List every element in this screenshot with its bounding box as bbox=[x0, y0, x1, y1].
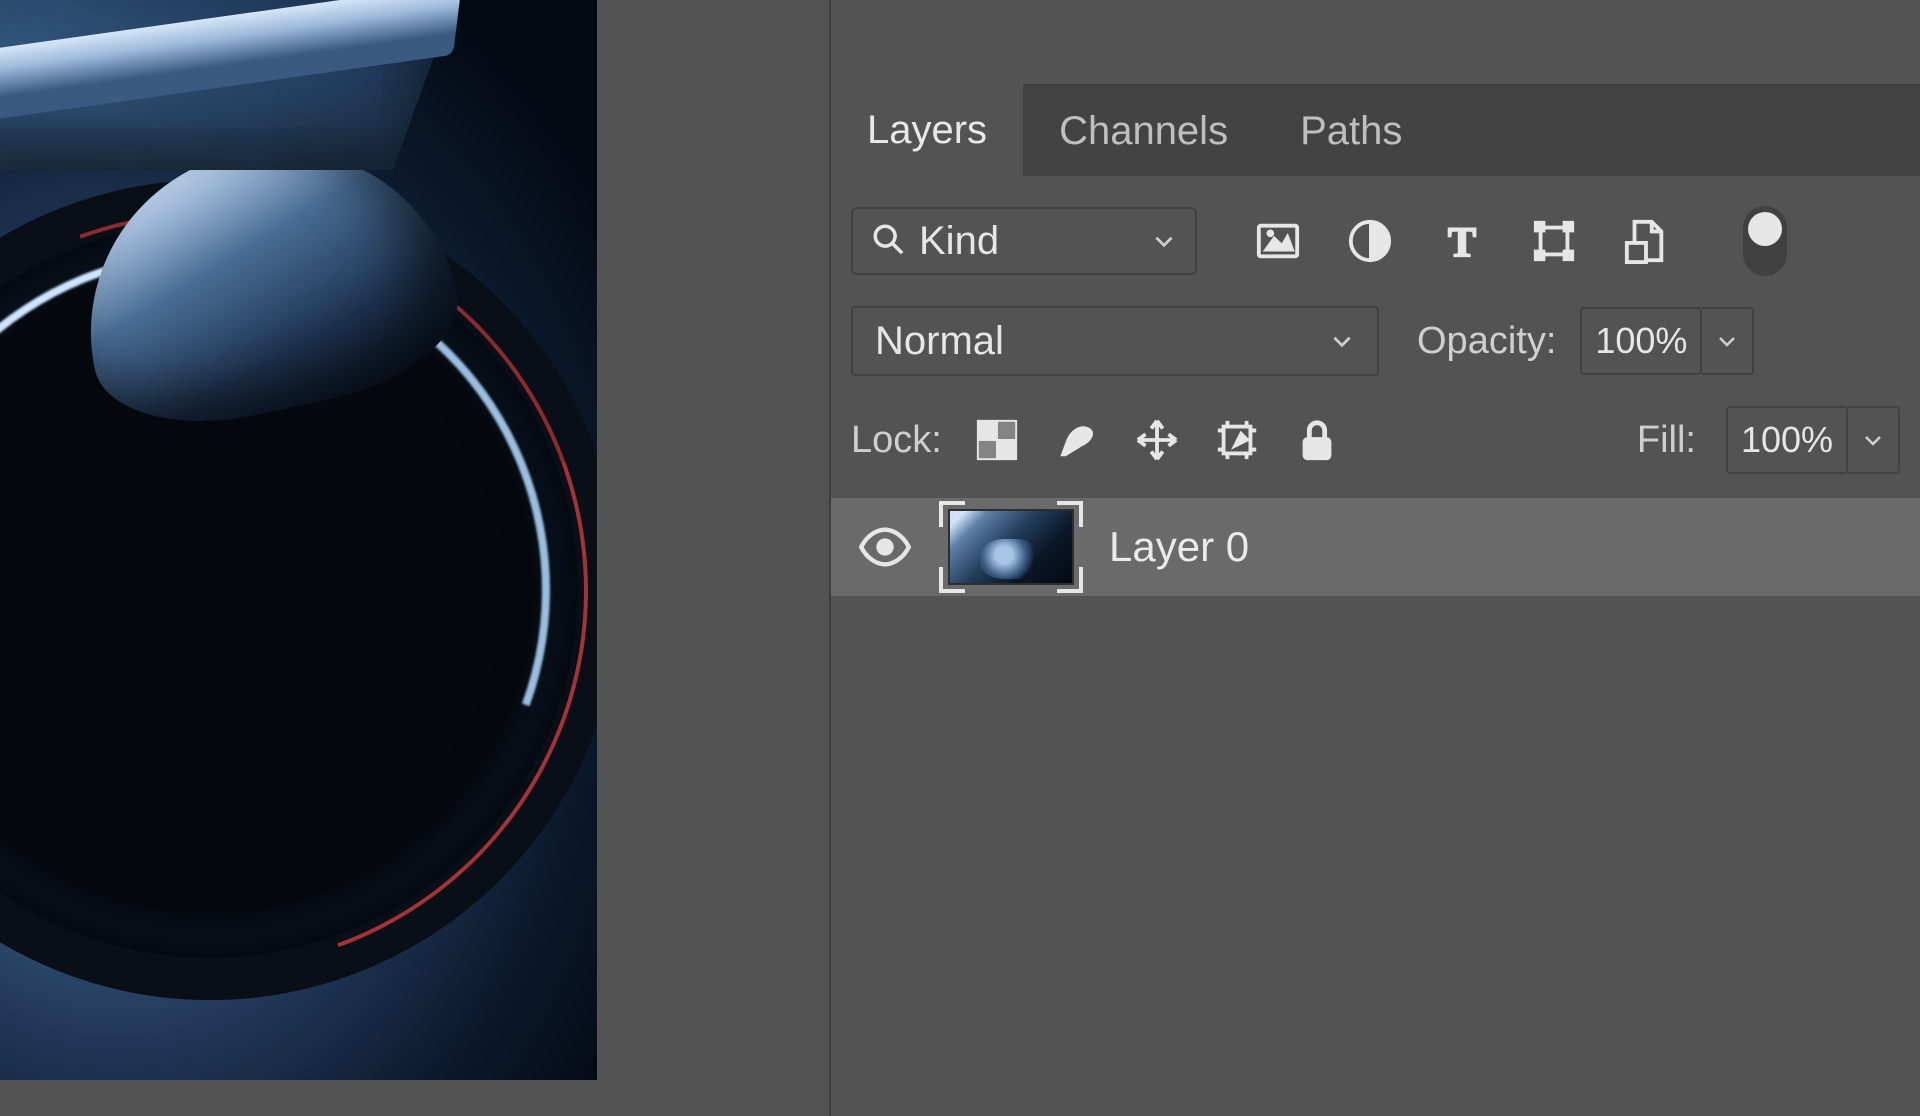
filter-shape-icon[interactable] bbox=[1529, 216, 1579, 266]
filter-kind-label: Kind bbox=[919, 219, 1137, 264]
layers-empty-area bbox=[851, 596, 1900, 1116]
tab-layers[interactable]: Layers bbox=[831, 84, 1023, 176]
opacity-dropdown[interactable] bbox=[1702, 307, 1754, 375]
lock-row: Lock: Fill: 100% bbox=[851, 406, 1900, 474]
layers-list: Layer 0 bbox=[851, 498, 1900, 596]
lock-paint-icon[interactable] bbox=[1052, 415, 1102, 465]
canvas-area[interactable] bbox=[0, 0, 598, 1080]
filter-kind-select[interactable]: Kind bbox=[851, 207, 1197, 275]
lock-transparency-icon[interactable] bbox=[972, 415, 1022, 465]
panel-tabbar: Layers Channels Paths bbox=[829, 84, 1920, 176]
opacity-label[interactable]: Opacity: bbox=[1417, 320, 1556, 363]
document-image[interactable] bbox=[0, 0, 598, 1080]
filter-type-icon[interactable]: T bbox=[1437, 216, 1487, 266]
lock-position-icon[interactable] bbox=[1132, 415, 1182, 465]
filter-row: Kind T bbox=[851, 206, 1900, 276]
blend-mode-select[interactable]: Normal bbox=[851, 306, 1379, 376]
visibility-toggle[interactable] bbox=[857, 519, 913, 575]
filter-smartobject-icon[interactable] bbox=[1621, 216, 1671, 266]
opacity-input[interactable]: 100% bbox=[1580, 307, 1702, 375]
filter-adjustment-icon[interactable] bbox=[1345, 216, 1395, 266]
chevron-down-icon bbox=[1151, 228, 1177, 254]
layer-name[interactable]: Layer 0 bbox=[1109, 523, 1249, 571]
canvas-pasteboard bbox=[597, 0, 659, 1080]
fill-dropdown[interactable] bbox=[1848, 406, 1900, 474]
search-icon bbox=[871, 222, 905, 261]
fill-input[interactable]: 100% bbox=[1726, 406, 1848, 474]
fill-label[interactable]: Fill: bbox=[1637, 419, 1696, 462]
panel-above-tabs bbox=[829, 0, 1920, 84]
tab-channels[interactable]: Channels bbox=[1023, 84, 1264, 176]
layers-panel: Layers Channels Paths Kind bbox=[829, 0, 1920, 1080]
lock-label: Lock: bbox=[851, 419, 942, 462]
layer-thumbnail[interactable] bbox=[939, 501, 1083, 593]
lock-artboard-icon[interactable] bbox=[1212, 415, 1262, 465]
filter-toggle[interactable] bbox=[1743, 206, 1787, 276]
blend-mode-value: Normal bbox=[875, 319, 1329, 364]
blend-row: Normal Opacity: 100% bbox=[851, 306, 1900, 376]
tab-paths[interactable]: Paths bbox=[1264, 84, 1438, 176]
filter-pixel-icon[interactable] bbox=[1253, 216, 1303, 266]
panel-gap bbox=[659, 0, 829, 1080]
chevron-down-icon bbox=[1329, 328, 1355, 354]
lock-all-icon[interactable] bbox=[1292, 415, 1342, 465]
svg-text:T: T bbox=[1448, 219, 1476, 264]
layer-row[interactable]: Layer 0 bbox=[831, 498, 1920, 596]
